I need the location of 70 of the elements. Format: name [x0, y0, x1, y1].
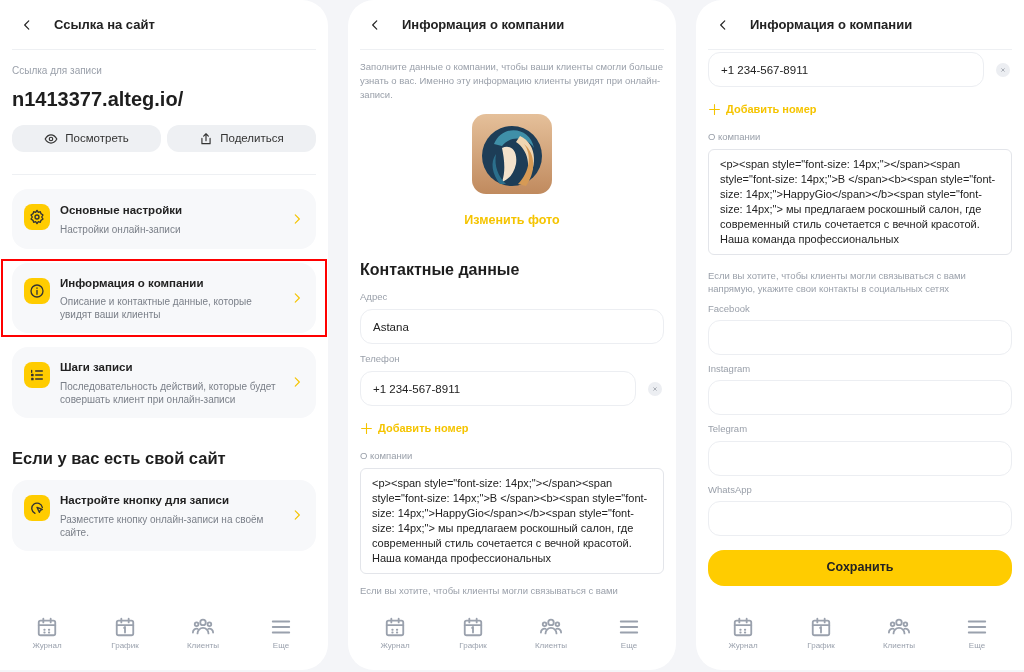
- calendar-icon: [384, 616, 406, 638]
- nav-tab[interactable]: Журнал: [365, 616, 425, 650]
- field-label: Telegram: [708, 422, 749, 437]
- card-title: Основные настройки: [60, 203, 184, 219]
- nav-tab[interactable]: Еще: [947, 616, 1007, 650]
- share-button[interactable]: Поделиться: [167, 125, 316, 152]
- card-title: Настройте кнопку для записи: [60, 493, 231, 509]
- close-icon: [651, 384, 659, 393]
- gear-icon: [29, 209, 45, 225]
- eye-icon: [44, 131, 59, 146]
- plus-icon: [360, 422, 373, 435]
- nav-tab[interactable]: Журнал: [713, 616, 773, 650]
- field-label: Instagram: [708, 362, 752, 376]
- field-label: Адрес: [360, 289, 389, 304]
- calendar-icon: [36, 616, 58, 638]
- calendar-day-icon: [114, 616, 136, 638]
- remove-button[interactable]: [648, 381, 662, 396]
- remove-button[interactable]: [996, 62, 1010, 77]
- card-subtitle: Настройки онлайн-записи: [60, 222, 182, 236]
- calendar-day-icon: [810, 616, 832, 638]
- screen-title: Ссылка на сайт: [54, 15, 155, 34]
- close-icon: [999, 65, 1007, 74]
- nav-tab[interactable]: Журнал: [17, 616, 77, 650]
- address-field[interactable]: Astana: [360, 309, 664, 344]
- add-phone-button[interactable]: Добавить номер: [360, 420, 664, 437]
- phone-field[interactable]: +1 234-567-8911: [708, 52, 984, 87]
- phone-field[interactable]: +1 234-567-8911: [360, 371, 636, 407]
- menu-card[interactable]: Информация о компании Описание и контактные данные, которые увидят ваши клиенты: [12, 263, 316, 334]
- plus-icon: [708, 102, 721, 116]
- nav-tab[interactable]: График: [791, 616, 851, 650]
- screen-title: Информация о компании: [750, 15, 913, 34]
- nav-tab[interactable]: График: [95, 616, 155, 650]
- section-heading: Контактные данные: [360, 259, 521, 280]
- section-heading: Если у вас есть свой сайт: [12, 447, 227, 469]
- view-button[interactable]: Посмотреть: [12, 125, 161, 152]
- nav-tab[interactable]: График: [443, 616, 503, 650]
- field-label: Телефон: [360, 352, 401, 366]
- menu-card[interactable]: Настройте кнопку для записи Разместите кнопку онлайн-записи на своём сайте.: [12, 480, 316, 551]
- intro-text: Заполните данные о компании, чтобы ваши клиенты смогли больше узнать о вас. Именно эту информацию клиенты увидят при онлайн-записи.: [360, 60, 664, 102]
- card-subtitle: Описание и контактные данные, которые увидят ваши клиенты: [60, 295, 253, 322]
- text-area[interactable]: <p><span style="font-size: 14px;"></span><span style="font-size: 14px;">В </span><b><span style="font-size: 14px;">HappyGio</span></b><span style="font-size: 14px;"> мы предлагаем роскошный салон, где современный стиль сочетается с вечной красотой. Наша команда профессиональных: [360, 468, 664, 574]
- share-icon: [199, 131, 214, 146]
- nav-tab[interactable]: Еще: [251, 616, 311, 650]
- card-subtitle: Последовательность действий, которые будет совершать клиент при онлайн-записи: [60, 379, 277, 406]
- nav-tab[interactable]: Клиенты: [173, 616, 233, 650]
- nav-tab[interactable]: Клиенты: [869, 616, 929, 650]
- calendar-icon: [732, 616, 754, 638]
- calendar-day-icon: [462, 616, 484, 638]
- hint-text: Если вы хотите, чтобы клиенты могли связываться с вами: [360, 584, 619, 598]
- field-label: О компании: [708, 129, 762, 144]
- card-subtitle: Разместите кнопку онлайн-записи на своём сайте.: [60, 512, 265, 539]
- nav-tab[interactable]: Еще: [599, 616, 659, 650]
- text-area[interactable]: <p><span style="font-size: 14px;"></span><span style="font-size: 14px;">В </span><b><span style="font-size: 14px;">HappyGio</span></b><span style="font-size: 14px;"> мы предлагаем роскошный салон, где современный стиль сочетается с вечной красотой. Наша команда профессиональных: [708, 148, 1012, 255]
- save-button[interactable]: Сохранить: [708, 549, 1012, 586]
- add-phone-button[interactable]: Добавить номер: [708, 101, 1012, 118]
- field-label: О компании: [360, 448, 414, 463]
- field-label: Ссылка для записи: [12, 64, 103, 78]
- nav-tab[interactable]: Клиенты: [521, 616, 581, 650]
- menu-card[interactable]: Шаги записи Последовательность действий, которые будет совершать клиент при онлайн-записи: [12, 347, 316, 418]
- info-icon: [29, 283, 45, 299]
- screen-title: Информация о компании: [402, 15, 565, 34]
- field-label: WhatsApp: [708, 482, 753, 497]
- card-title: Шаги записи: [60, 360, 134, 376]
- menu-card[interactable]: Основные настройки Настройки онлайн-записи: [12, 189, 316, 249]
- card-title: Информация о компании: [60, 276, 205, 291]
- hint-text: Если вы хотите, чтобы клиенты могли связываться с вами напрямую, укажите свои контакты в социальных сетях: [708, 268, 967, 295]
- cursor-click-icon: [29, 500, 45, 517]
- link-text: n1413377.alteg.io/: [12, 87, 185, 112]
- field-label: Facebook: [708, 301, 751, 316]
- change-photo-link[interactable]: Изменить фото: [464, 211, 560, 230]
